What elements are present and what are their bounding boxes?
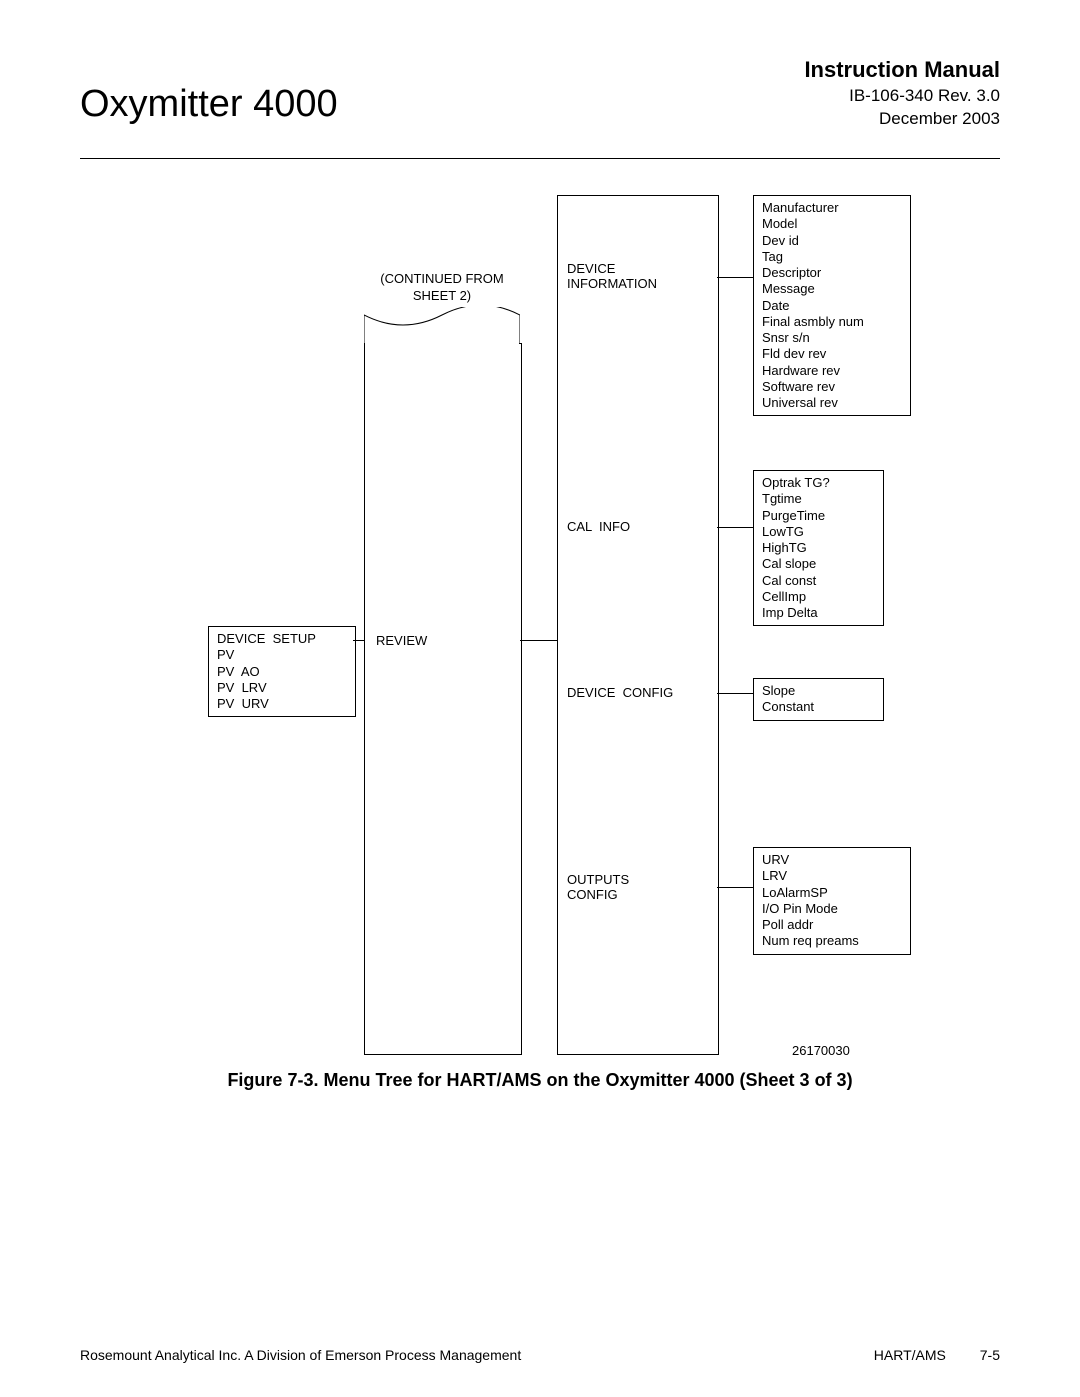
product-title: Oxymitter 4000 xyxy=(80,83,338,126)
right-outputs-config-box: URV LRV LoAlarmSP I/O Pin Mode Poll addr… xyxy=(753,847,911,955)
connector-review-middle xyxy=(520,640,557,641)
page: Oxymitter 4000 Instruction Manual IB-106… xyxy=(0,0,1080,1397)
footer-page-number: 7-5 xyxy=(980,1347,1000,1363)
connector-middle-outputs xyxy=(717,887,753,888)
middle-column-box xyxy=(557,195,719,1055)
scallop-connector xyxy=(364,307,520,343)
continued-from-note: (CONTINUED FROM SHEET 2) xyxy=(362,271,522,305)
right-device-information-box: Manufacturer Model Dev id Tag Descriptor… xyxy=(753,195,911,416)
connector-devicesetup-review xyxy=(353,640,364,641)
mid-device-information: DEVICE INFORMATION xyxy=(567,261,657,291)
header-meta: Instruction Manual IB-106-340 Rev. 3.0 D… xyxy=(804,55,1000,131)
device-setup-box: DEVICE SETUP PV PV AO PV LRV PV URV xyxy=(208,626,356,717)
footer-company: Rosemount Analytical Inc. A Division of … xyxy=(80,1347,521,1363)
right-device-config-box: Slope Constant xyxy=(753,678,884,721)
review-box-top-mask xyxy=(365,342,519,344)
menu-tree-diagram: (CONTINUED FROM SHEET 2) REVIEW DEVICE S… xyxy=(80,195,1000,1055)
review-label: REVIEW xyxy=(376,633,427,648)
manual-label: Instruction Manual xyxy=(804,55,1000,85)
drawing-id: 26170030 xyxy=(792,1043,850,1058)
connector-middle-calinfo xyxy=(717,527,753,528)
right-cal-info-box: Optrak TG? Tgtime PurgeTime LowTG HighTG… xyxy=(753,470,884,626)
mid-outputs-config: OUTPUTS CONFIG xyxy=(567,872,629,902)
review-column-box xyxy=(364,343,522,1055)
doc-rev: IB-106-340 Rev. 3.0 xyxy=(804,85,1000,108)
header-divider xyxy=(80,158,1000,159)
figure-caption: Figure 7-3. Menu Tree for HART/AMS on th… xyxy=(80,1070,1000,1091)
connector-middle-devconfig xyxy=(717,693,753,694)
mid-device-config: DEVICE CONFIG xyxy=(567,685,673,700)
mid-cal-info: CAL INFO xyxy=(567,519,630,534)
footer-page-info: HART/AMS 7-5 xyxy=(874,1347,1000,1363)
footer-section: HART/AMS xyxy=(874,1347,946,1363)
doc-date: December 2003 xyxy=(804,108,1000,131)
connector-middle-devinfo xyxy=(717,277,753,278)
